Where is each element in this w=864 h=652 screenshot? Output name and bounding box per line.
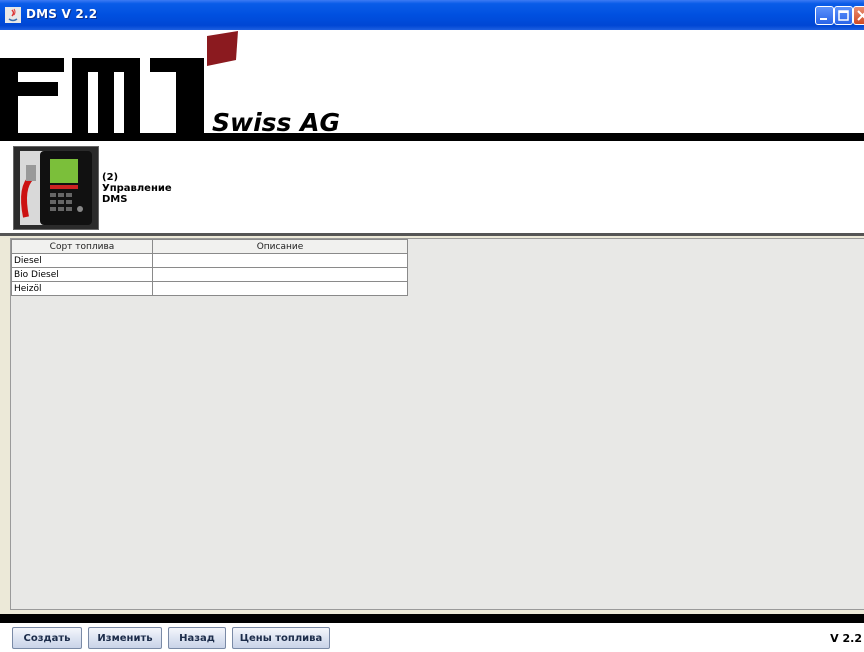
maximize-button[interactable] bbox=[834, 6, 853, 25]
java-app-icon bbox=[5, 7, 21, 23]
footer-divider bbox=[0, 614, 864, 623]
module-title: Управление bbox=[102, 183, 172, 194]
fuel-terminal-image bbox=[13, 146, 99, 230]
close-button[interactable] bbox=[853, 6, 864, 25]
fuel-prices-button[interactable]: Цены топлива bbox=[232, 627, 330, 649]
table-header-row: Сорт топлива Описание bbox=[11, 239, 408, 254]
version-label: V 2.2 bbox=[830, 632, 862, 645]
fuel-types-table[interactable]: Сорт топлива Описание Diesel Bio Diesel … bbox=[11, 239, 408, 296]
back-button[interactable]: Назад bbox=[168, 627, 226, 649]
table-row[interactable]: Heizöl bbox=[11, 281, 408, 296]
window-title: DMS V 2.2 bbox=[26, 7, 98, 21]
svg-text:Swiss AG: Swiss AG bbox=[212, 108, 340, 133]
logo-banner: Swiss AG bbox=[0, 30, 864, 133]
column-header-fuel-type[interactable]: Сорт топлива bbox=[11, 239, 153, 254]
close-icon bbox=[857, 10, 864, 21]
minimize-button[interactable] bbox=[815, 6, 834, 25]
cell-fuel-type[interactable]: Heizöl bbox=[11, 281, 153, 296]
table-row[interactable]: Diesel bbox=[11, 253, 408, 268]
create-button[interactable]: Создать bbox=[12, 627, 82, 649]
cell-fuel-type[interactable]: Bio Diesel bbox=[11, 267, 153, 282]
cell-description[interactable] bbox=[152, 267, 408, 282]
fmt-logo: Swiss AG bbox=[0, 31, 340, 133]
edit-button[interactable]: Изменить bbox=[88, 627, 162, 649]
table-row[interactable]: Bio Diesel bbox=[11, 267, 408, 282]
info-divider bbox=[0, 233, 864, 236]
column-header-description[interactable]: Описание bbox=[152, 239, 408, 254]
module-number: (2) bbox=[102, 172, 119, 183]
cell-fuel-type[interactable]: Diesel bbox=[11, 253, 153, 268]
maximize-icon bbox=[838, 10, 849, 21]
header-divider bbox=[0, 133, 864, 141]
minimize-icon bbox=[820, 18, 827, 20]
module-info: (2) Управление DMS bbox=[102, 172, 172, 205]
cell-description[interactable] bbox=[152, 281, 408, 296]
fuel-dispenser-icon bbox=[14, 147, 98, 229]
window-titlebar[interactable]: DMS V 2.2 bbox=[0, 0, 864, 30]
module-subtitle: DMS bbox=[102, 194, 128, 205]
cell-description[interactable] bbox=[152, 253, 408, 268]
